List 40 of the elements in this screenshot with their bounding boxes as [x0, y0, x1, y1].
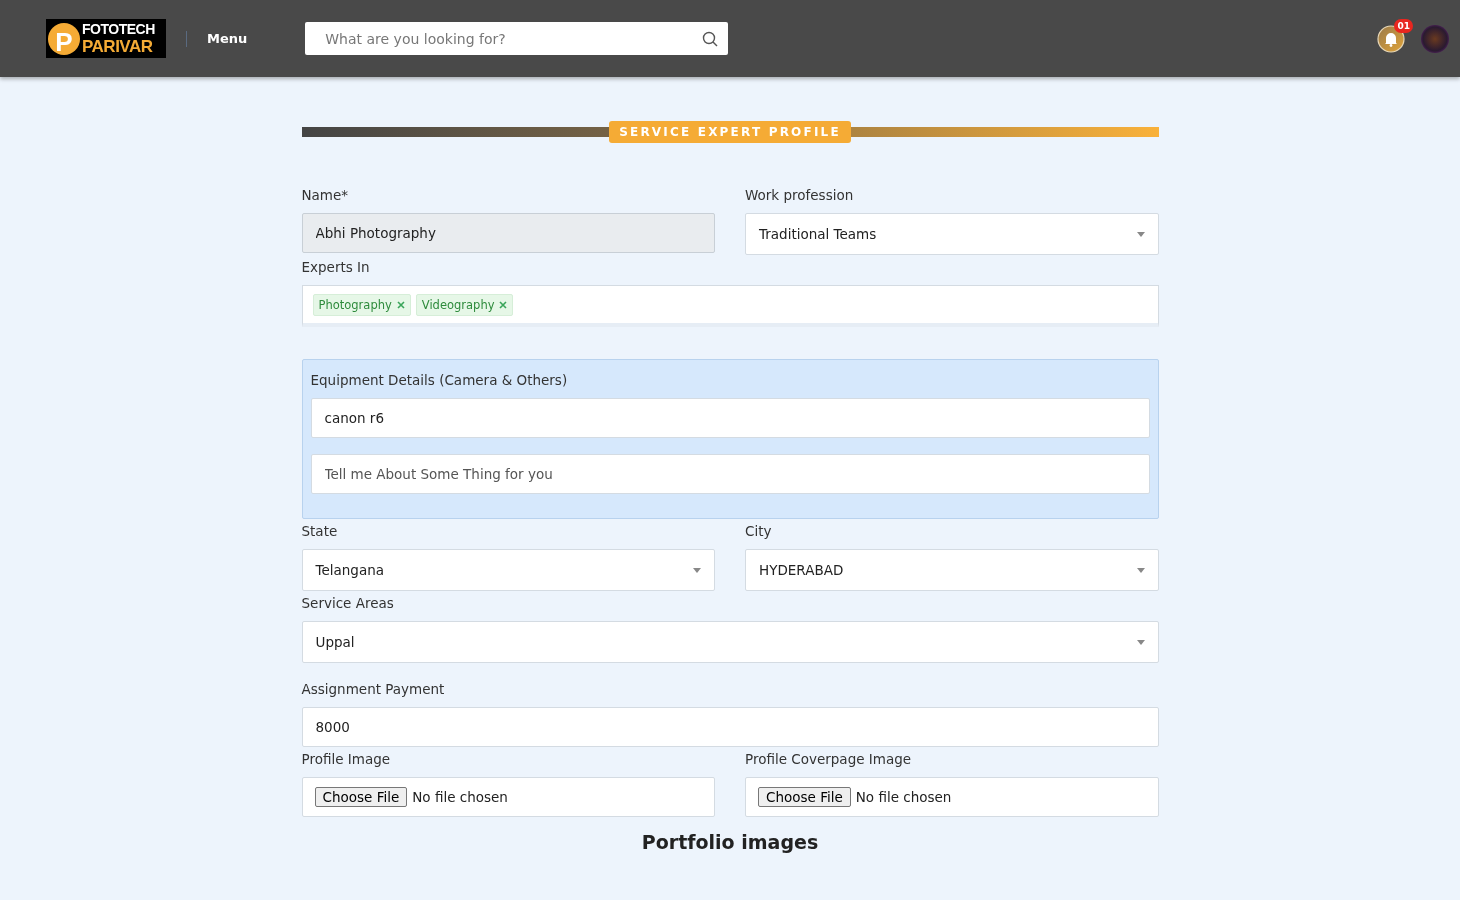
- field-label: Assignment Payment: [301, 681, 445, 697]
- remove-icon[interactable]: [499, 300, 508, 309]
- choose-file-button[interactable]: Choose File: [314, 787, 408, 807]
- menu-link[interactable]: Menu: [207, 31, 248, 46]
- field-label: Experts In: [301, 259, 370, 275]
- remove-icon[interactable]: [396, 300, 405, 309]
- logo-text: FOTOTECH: [82, 20, 155, 37]
- caret-icon: [1136, 231, 1145, 237]
- profession-dropdown[interactable]: Traditional Teams: [745, 213, 1159, 255]
- search-icon: [702, 31, 719, 47]
- field-label: Service Areas: [301, 595, 394, 611]
- file-status: No file chosen: [412, 789, 508, 805]
- field-label: Name*: [301, 187, 349, 203]
- tag: Videography: [415, 293, 514, 316]
- file-status: No file chosen: [855, 789, 952, 805]
- field-label: Profile Image: [301, 751, 391, 767]
- tag: Photography: [312, 293, 411, 316]
- logo-text: PARIVAR: [82, 36, 154, 57]
- about-field[interactable]: Tell me About Some Thing for you: [310, 454, 1150, 494]
- tags-field[interactable]: Photography Videography: [301, 285, 1159, 327]
- field-label: Work profession: [745, 187, 854, 203]
- section-title: SERVICE EXPERT PROFILE: [609, 121, 851, 143]
- equipment-field[interactable]: canon r6: [310, 398, 1150, 438]
- search-field[interactable]: What are you looking for?: [305, 22, 729, 55]
- field-label: State: [301, 523, 338, 539]
- logo-mark: P: [48, 22, 80, 55]
- payment-field[interactable]: 8000: [301, 707, 1159, 747]
- city-dropdown[interactable]: HYDERABAD: [745, 549, 1159, 591]
- section-heading: Portfolio images: [641, 831, 819, 853]
- caret-icon: [1136, 639, 1145, 645]
- notification-badge: 01: [1394, 18, 1413, 33]
- state-dropdown[interactable]: Telangana: [301, 549, 715, 591]
- field-label: Equipment Details (Camera & Others): [310, 372, 568, 388]
- avatar[interactable]: [1421, 24, 1449, 53]
- service-areas-dropdown[interactable]: Uppal: [301, 621, 1159, 663]
- field-label: City: [745, 523, 772, 539]
- choose-file-button[interactable]: Choose File: [758, 787, 851, 807]
- caret-icon: [1136, 567, 1145, 573]
- field-label: Profile Coverpage Image: [745, 751, 912, 767]
- caret-icon: [693, 567, 701, 573]
